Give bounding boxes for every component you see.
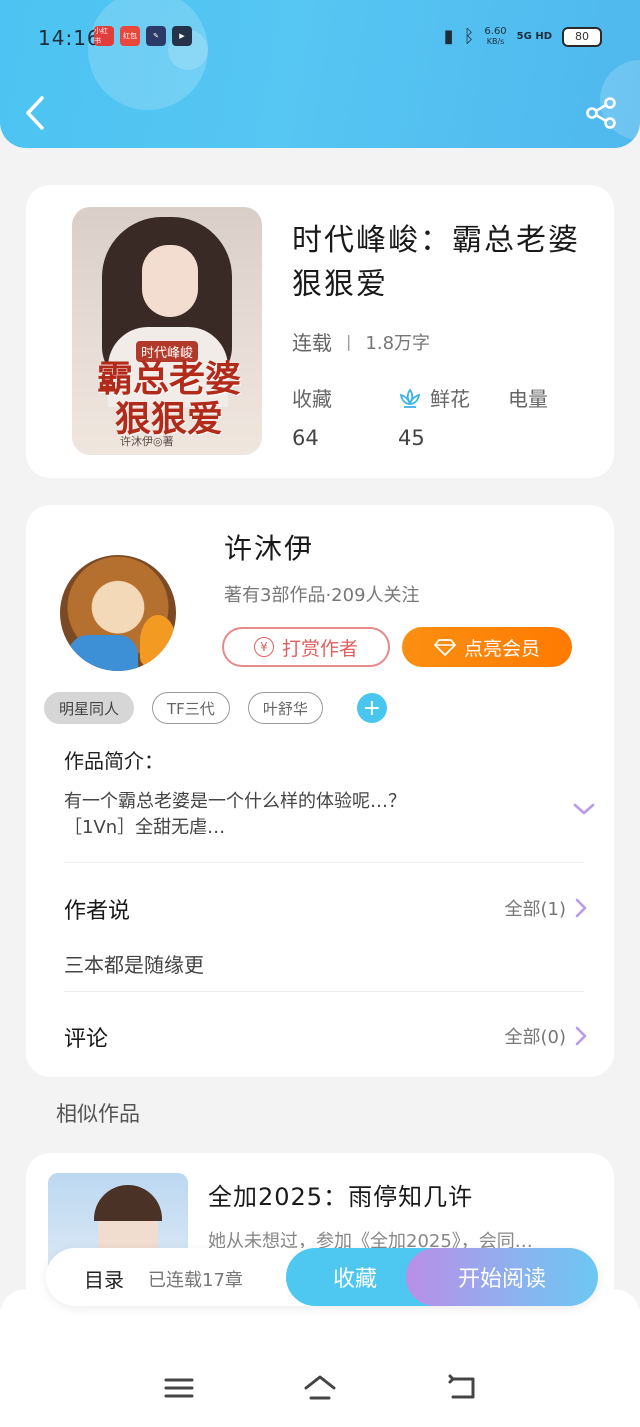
share-button[interactable] (584, 96, 618, 130)
intro-line: 有一个霸总老婆是一个什么样的体验呢…？ (64, 791, 406, 812)
comments-more-label: 全部(0) (504, 1027, 567, 1048)
net-speed: 6.60 KB/s (484, 25, 507, 47)
cover-author: 许沐伊◎著 (120, 435, 174, 448)
signal-label: 5G HD (516, 31, 552, 42)
meta-separator: | (346, 332, 352, 351)
play-app-icon: ▶ (172, 26, 192, 46)
similar-heading: 相似作品 (56, 1102, 140, 1126)
bluetooth-icon: ᛒ (463, 26, 475, 47)
stat-flowers-label: 鲜花 (430, 387, 470, 411)
divider (64, 862, 584, 863)
vibrate-icon: ▮ (443, 26, 454, 47)
book-meta: 连载 | 1.8万字 (292, 327, 430, 356)
avatar-wave-decor (68, 635, 138, 671)
yen-icon: ¥ (253, 637, 274, 657)
notification-icons: 小红书 红包 ✎ ▶ (94, 26, 192, 46)
avatar-flame-decor (140, 615, 176, 667)
author-says-more-label: 全部(1) (504, 899, 567, 920)
divider (64, 991, 584, 992)
vip-label: 点亮会员 (463, 637, 540, 660)
back-nav-icon[interactable] (445, 1373, 479, 1403)
chevron-right-icon (575, 1026, 587, 1046)
stat-flowers-value: 45 (398, 426, 425, 450)
author-says-more-button[interactable]: 全部(1) (505, 895, 589, 921)
battery-icon: 80 (562, 26, 602, 47)
intro-line: ［1Vn］全甜无虐… (64, 817, 226, 838)
favorites-label: 收藏 (332, 1267, 377, 1292)
expand-intro-button[interactable] (572, 800, 596, 818)
cover-title: 霸总老婆狠狠爱 (96, 358, 241, 440)
tip-author-button[interactable]: ¥ 打赏作者 (222, 627, 390, 667)
similar-book-title: 全加2025：雨停知几许 (208, 1183, 474, 1211)
author-says-title: 作者说 (64, 899, 131, 924)
start-reading-label: 开始阅读 (457, 1267, 546, 1292)
status-time: 14:16 (38, 26, 101, 50)
chevron-right-icon (575, 898, 587, 918)
stat-power[interactable]: 电量 (508, 383, 548, 412)
tip-author-label: 打赏作者 (281, 637, 358, 660)
bottom-action-bar: 目录 已连载17章 收藏 开始阅读 (46, 1248, 598, 1306)
add-tag-button[interactable]: + (356, 693, 387, 723)
stat-flowers[interactable]: 鲜花 45 (398, 383, 470, 450)
tag-item[interactable]: TF三代 (152, 692, 230, 724)
status-right: ▮ ᛒ 6.60 KB/s 5G HD 80 (444, 26, 602, 47)
author-says-text: 三本都是随缘更 (64, 953, 204, 977)
diamond-icon (434, 639, 456, 656)
author-details-card: 许沐伊 著有3部作品·209人关注 ¥ 打赏作者 点亮会员 明星同人 TF三代 … (26, 505, 614, 1077)
comments-more-button[interactable]: 全部(0) (505, 1023, 589, 1049)
stat-flowers-label-wrap: 鲜花 (398, 383, 470, 412)
stat-favorites-label: 收藏 (292, 387, 332, 411)
lotus-flower-icon (399, 387, 421, 408)
book-cover[interactable]: 时代峰峻 霸总老婆狠狠爱 许沐伊◎著 (72, 207, 262, 455)
book-status: 连载 (292, 331, 332, 355)
stat-power-label: 电量 (508, 387, 548, 411)
book-word-count: 1.8万字 (365, 332, 431, 354)
chevron-down-icon (573, 803, 595, 815)
status-bar: 14:16 小红书 红包 ✎ ▶ ▮ ᛒ 6.60 KB/s 5G HD 80 (0, 20, 640, 56)
book-title: 时代峰峻：霸总老婆狠狠爱 (292, 223, 580, 302)
home-icon[interactable] (303, 1373, 337, 1403)
net-speed-value: 6.60 (484, 25, 507, 37)
stat-favorites-value: 64 (292, 426, 319, 450)
header: 14:16 小红书 红包 ✎ ▶ ▮ ᛒ 6.60 KB/s 5G HD 80 (0, 0, 640, 148)
system-nav-bar (0, 1289, 640, 1427)
book-info-card: 时代峰峻 霸总老婆狠狠爱 许沐伊◎著 时代峰峻：霸总老婆狠狠爱 连载 | 1.8… (26, 185, 614, 478)
author-info: 著有3部作品·209人关注 (224, 585, 420, 606)
xiaohongshu-app-icon: 小红书 (94, 26, 114, 46)
menu-icon[interactable] (162, 1373, 196, 1403)
table-of-contents-button[interactable]: 目录 (84, 1264, 124, 1293)
author-name[interactable]: 许沐伊 (224, 527, 314, 567)
tag-list: 明星同人 TF三代 叶舒华 + (44, 692, 387, 724)
vip-button[interactable]: 点亮会员 (402, 627, 572, 667)
tag-item[interactable]: 叶舒华 (247, 692, 323, 724)
author-avatar[interactable] (60, 555, 176, 671)
comments-title: 评论 (64, 1027, 109, 1052)
chevron-left-icon (26, 96, 44, 130)
net-speed-unit: KB/s (486, 36, 505, 46)
feather-app-icon: ✎ (146, 26, 166, 46)
similar-cover-hair (94, 1185, 162, 1221)
redpacket-app-icon: 红包 (120, 26, 140, 46)
cover-figure-face (142, 245, 198, 317)
intro-text[interactable]: 有一个霸总老婆是一个什么样的体验呢…？ ［1Vn］全甜无虐… (64, 789, 544, 841)
tag-item[interactable]: 明星同人 (44, 692, 135, 724)
start-reading-button[interactable]: 开始阅读 (406, 1248, 598, 1306)
chapter-count: 已连载17章 (148, 1270, 243, 1291)
stat-favorites: 收藏 64 (292, 383, 332, 450)
intro-title: 作品简介： (64, 749, 164, 773)
share-icon (586, 97, 616, 129)
back-button[interactable] (22, 94, 50, 132)
